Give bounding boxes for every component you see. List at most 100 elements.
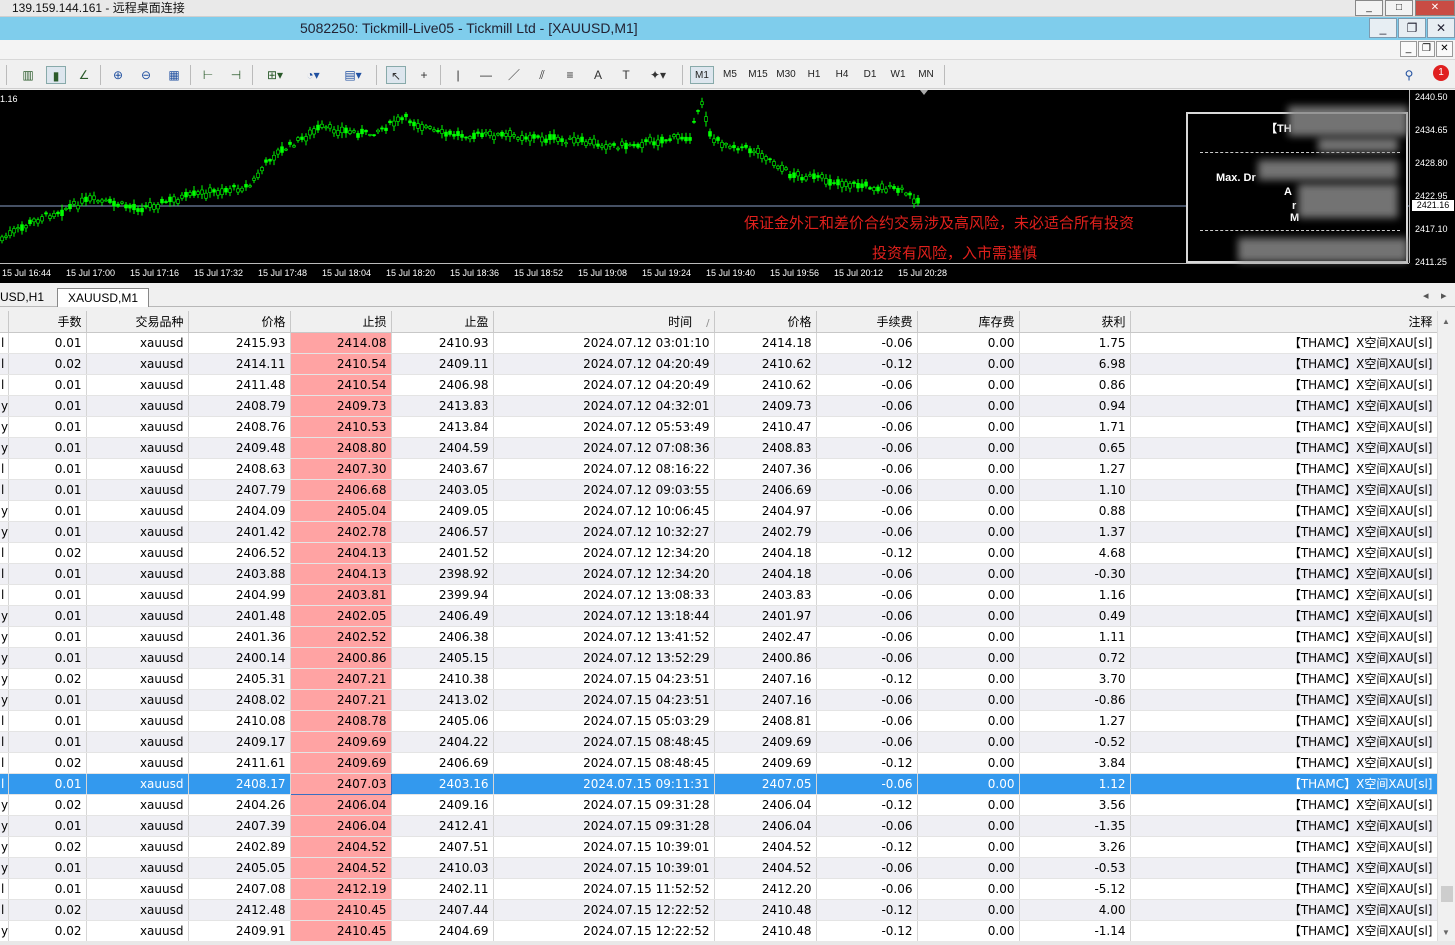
price-chart[interactable]: 1.16 保证金外汇和差价合约交易涉及高风险，未必适合所有投资 投资有风险，入市… <box>0 90 1455 283</box>
child-close-button[interactable]: ✕ <box>1436 41 1453 57</box>
table-row[interactable]: y 0.01 xauusd 2400.14 2400.86 2405.15 2024.07.… <box>0 647 1437 669</box>
child-minimize-button[interactable]: _ <box>1400 41 1417 57</box>
scroll-thumb[interactable] <box>1441 886 1453 902</box>
table-row[interactable]: y 0.02 xauusd 2405.31 2407.21 2410.38 2024.07.… <box>0 668 1437 690</box>
timeframe-m15-button[interactable]: M15 <box>746 66 770 84</box>
column-header[interactable]: 时间 / <box>493 311 715 333</box>
rdp-close-button[interactable]: ✕ <box>1415 0 1455 16</box>
text-icon[interactable]: A <box>588 66 608 84</box>
child-restore-button[interactable]: ❐ <box>1418 41 1435 57</box>
cursor-icon[interactable]: ↖ <box>386 66 406 84</box>
table-row[interactable]: l 0.01 xauusd 2403.88 2404.13 2398.92 2024.07.… <box>0 563 1437 585</box>
column-header[interactable]: 获利 <box>1019 311 1131 333</box>
table-row[interactable]: l 0.01 xauusd 2407.79 2406.68 2403.05 2024.07.… <box>0 479 1437 501</box>
cell-open-price: 2412.48 <box>188 899 291 921</box>
tabs-scroll-right-icon[interactable]: ▸ <box>1441 289 1447 302</box>
crosshair-icon[interactable]: + <box>414 66 434 84</box>
table-row[interactable]: y 0.01 xauusd 2405.05 2404.52 2410.03 2024.07.… <box>0 857 1437 879</box>
templates-icon[interactable]: ▤▾ <box>338 66 368 84</box>
zoom-out-icon[interactable]: ⊖ <box>136 66 156 84</box>
table-row[interactable]: l 0.02 xauusd 2412.48 2410.45 2407.44 2024.07.… <box>0 899 1437 921</box>
scroll-down-icon[interactable]: ▼ <box>1442 928 1450 937</box>
column-header[interactable]: 止盈 <box>391 311 494 333</box>
tile-windows-icon[interactable]: ▦ <box>164 66 184 84</box>
timeframe-mn-button[interactable]: MN <box>914 66 938 84</box>
auto-scroll-icon[interactable]: ⊢ <box>198 66 218 84</box>
text-label-icon[interactable]: T <box>616 66 636 84</box>
timeframe-m5-button[interactable]: M5 <box>718 66 742 84</box>
toolbar-separator <box>944 65 945 85</box>
table-row[interactable]: y 0.01 xauusd 2407.39 2406.04 2412.41 2024.07.… <box>0 815 1437 837</box>
timeframe-h4-button[interactable]: H4 <box>830 66 854 84</box>
cell-commission: -0.12 <box>816 836 918 858</box>
table-row[interactable]: l 0.01 xauusd 2408.17 2407.03 2403.16 2024.07.… <box>0 772 1437 795</box>
cell-symbol: xauusd <box>86 836 189 858</box>
bar-chart-icon[interactable]: ▥ <box>18 66 38 84</box>
table-row[interactable]: l 0.01 xauusd 2407.08 2412.19 2402.11 2024.07.… <box>0 878 1437 900</box>
timeframe-h1-button[interactable]: H1 <box>802 66 826 84</box>
chart-shift-icon[interactable]: ⊣ <box>226 66 246 84</box>
table-row[interactable]: y 0.01 xauusd 2409.48 2408.80 2404.59 2024.07.… <box>0 437 1437 459</box>
timeframe-w1-button[interactable]: W1 <box>886 66 910 84</box>
trendline-icon[interactable]: ／ <box>504 66 524 84</box>
periods-icon[interactable]: ◔▾ <box>298 66 328 84</box>
table-row[interactable]: l 0.02 xauusd 2411.61 2409.69 2406.69 2024.07.… <box>0 752 1437 774</box>
cell-profit: -0.53 <box>1019 857 1131 879</box>
timeframe-d1-button[interactable]: D1 <box>858 66 882 84</box>
timeframe-m1-button[interactable]: M1 <box>690 66 714 84</box>
table-row[interactable]: y 0.02 xauusd 2409.91 2410.45 2404.69 2024.07.… <box>0 920 1437 941</box>
candle-body <box>816 175 820 178</box>
table-row[interactable]: y 0.01 xauusd 2404.09 2405.04 2409.05 2024.07.… <box>0 500 1437 522</box>
table-row[interactable]: y 0.01 xauusd 2408.02 2407.21 2413.02 2024.07.… <box>0 689 1437 711</box>
table-scrollbar[interactable]: ▲ ▼ <box>1437 311 1455 941</box>
horizontal-line-icon[interactable]: — <box>476 66 496 84</box>
column-header[interactable]: 交易品种 <box>86 311 189 333</box>
table-row[interactable]: l 0.01 xauusd 2408.63 2407.30 2403.67 2024.07.… <box>0 458 1437 480</box>
table-row[interactable]: l 0.01 xauusd 2415.93 2414.08 2410.93 2024.07.… <box>0 332 1437 354</box>
table-row[interactable]: y 0.01 xauusd 2401.48 2402.05 2406.49 2024.07.… <box>0 605 1437 627</box>
column-header[interactable]: 库存费 <box>917 311 1020 333</box>
table-row[interactable]: y 0.01 xauusd 2408.76 2410.53 2413.84 2024.07.… <box>0 416 1437 438</box>
table-row[interactable]: y 0.01 xauusd 2401.36 2402.52 2406.38 2024.07.… <box>0 626 1437 648</box>
restore-button[interactable]: ❐ <box>1398 18 1426 38</box>
tabs-scroll-left-icon[interactable]: ◂ <box>1423 289 1429 302</box>
table-row[interactable]: l 0.01 xauusd 2411.48 2410.54 2406.98 2024.07.… <box>0 374 1437 396</box>
candlestick-chart-icon[interactable]: ▮ <box>46 66 66 84</box>
rdp-maximize-button[interactable]: □ <box>1385 0 1413 16</box>
close-button[interactable]: ✕ <box>1427 18 1455 38</box>
tab-usd-h1[interactable]: USD,H1 <box>0 288 54 307</box>
column-header[interactable]: 手数 <box>8 311 87 333</box>
vertical-line-icon[interactable]: | <box>448 66 468 84</box>
column-header[interactable]: 手续费 <box>816 311 918 333</box>
cell-comment: 【THAMC】X空间XAU[sl] <box>1130 332 1437 354</box>
minimize-button[interactable]: _ <box>1369 18 1397 38</box>
table-row[interactable]: l 0.01 xauusd 2404.99 2403.81 2399.94 2024.07.… <box>0 584 1437 606</box>
fibonacci-icon[interactable]: ≡ <box>560 66 580 84</box>
table-row[interactable]: y 0.02 xauusd 2402.89 2404.52 2407.51 2024.07.… <box>0 836 1437 858</box>
table-row[interactable]: y 0.01 xauusd 2408.79 2409.73 2413.83 2024.07.… <box>0 395 1437 417</box>
zoom-in-icon[interactable]: ⊕ <box>108 66 128 84</box>
table-row[interactable]: l 0.01 xauusd 2410.08 2408.78 2405.06 2024.07.… <box>0 710 1437 732</box>
search-icon[interactable]: ⚲ <box>1400 66 1418 84</box>
equidistant-channel-icon[interactable]: ⫽ <box>532 66 552 84</box>
column-header[interactable]: 价格 <box>714 311 817 333</box>
arrows-icon[interactable]: ✦▾ <box>644 66 672 84</box>
table-row[interactable]: l 0.01 xauusd 2409.17 2409.69 2404.22 2024.07.… <box>0 731 1437 753</box>
indicators-icon[interactable]: ⊞▾ <box>260 66 290 84</box>
table-row[interactable]: l 0.02 xauusd 2414.11 2410.54 2409.11 2024.07.… <box>0 353 1437 375</box>
column-header[interactable] <box>0 311 9 333</box>
table-row[interactable]: y 0.02 xauusd 2404.26 2406.04 2409.16 2024.07.… <box>0 794 1437 816</box>
table-row[interactable]: y 0.01 xauusd 2401.42 2402.78 2406.57 2024.07.… <box>0 521 1437 543</box>
tab-xauusd-m1[interactable]: XAUUSD,M1 <box>57 288 150 307</box>
line-chart-icon[interactable]: ∠ <box>74 66 94 84</box>
scroll-up-icon[interactable]: ▲ <box>1442 317 1450 326</box>
column-header[interactable]: 价格 <box>188 311 291 333</box>
column-header[interactable]: 注释 <box>1130 311 1437 333</box>
timeframe-m30-button[interactable]: M30 <box>774 66 798 84</box>
notification-badge[interactable]: 1 <box>1433 65 1449 81</box>
cell-lots: 0.02 <box>8 920 87 941</box>
rdp-minimize-button[interactable]: _ <box>1355 0 1383 16</box>
column-header[interactable]: 止损 <box>290 311 392 333</box>
table-row[interactable]: l 0.02 xauusd 2406.52 2404.13 2401.52 2024.07.… <box>0 542 1437 564</box>
chart-tabs: USD,H1 XAUUSD,M1 ◂ ▸ <box>0 287 1455 307</box>
